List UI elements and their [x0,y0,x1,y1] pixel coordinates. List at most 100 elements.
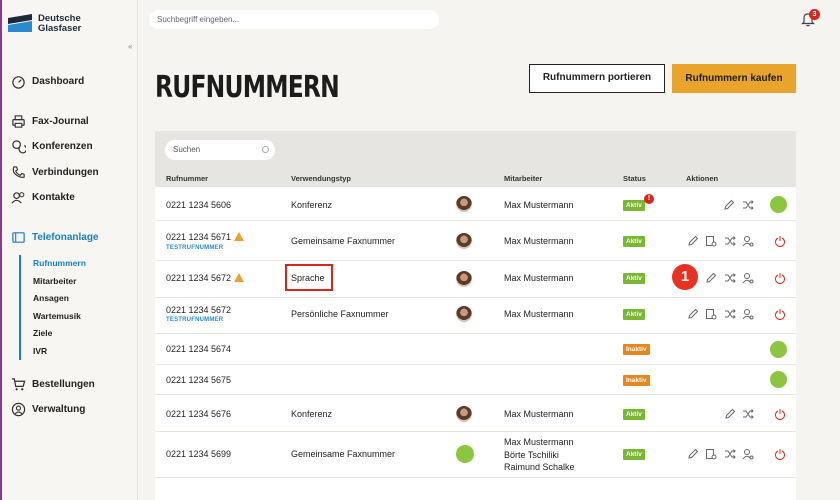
table-row[interactable]: 0221 1234 5606 Konferenz Max Mustermann … [155,187,796,221]
edit-icon[interactable] [724,408,736,420]
usage-type: Gemeinsame Faxnummer [291,449,396,459]
port-numbers-button[interactable]: Rufnummern portieren [529,64,665,93]
user-settings-icon[interactable] [742,272,754,284]
column-header-verwendungstyp[interactable]: Verwendungstyp [291,174,351,183]
sidebar-item-verbindungen[interactable]: Verbindungen [10,164,99,180]
sidebar-item-label: Dashboard [32,75,85,87]
gauge-icon [10,73,26,89]
column-header-status[interactable]: Status [623,174,646,183]
global-search-input[interactable]: Suchbegriff eingeben... [149,10,439,29]
table-search-input[interactable]: Suchen [165,140,275,160]
table-row[interactable]: 0221 1234 5675 Inaktiv [155,365,796,395]
power-off-icon[interactable] [774,408,786,420]
fax-settings-icon[interactable] [705,308,717,320]
status-badge: Aktiv [623,409,645,420]
fax-settings-icon[interactable] [705,235,717,247]
sidebar-item-bestellungen[interactable]: Bestellungen [10,376,95,392]
sidebar-item-kontakte[interactable]: Kontakte [10,189,75,205]
usage-type: Konferenz [291,409,333,419]
employee-name: Börte Tschiliki [504,449,559,460]
forward-icon[interactable] [724,308,736,320]
avatar [456,196,472,212]
sidebar-item-label: Bestellungen [32,378,95,390]
phone-number: 0221 1234 5671 [166,232,245,242]
edit-icon[interactable] [687,308,699,320]
sidebar-item-label: Verbindungen [32,166,99,178]
usage-type: Persönliche Faxnummer [291,309,389,319]
user-settings-icon[interactable] [742,448,754,460]
sidebar-item-dashboard[interactable]: Dashboard [10,73,84,89]
table-row[interactable]: 0221 1234 5671 TESTRUFNUMMER Gemeinsame … [155,221,796,261]
employee-name: Max Mustermann [504,200,574,210]
user-settings-icon[interactable] [742,308,754,320]
step-marker: 1 [672,264,698,290]
avatar [456,406,472,422]
subnav-item-mitarbeiter[interactable]: Mitarbeiter [33,273,86,291]
numbers-table: Suchen Rufnummer Verwendungstyp Mitarbei… [155,131,796,500]
table-header: Suchen Rufnummer Verwendungstyp Mitarbei… [155,131,796,187]
table-row[interactable]: 0221 1234 5672 Sprache Max Mustermann Ak… [155,261,796,298]
sidebar-item-label: Kontakte [32,191,75,203]
buy-numbers-button[interactable]: Rufnummern kaufen [672,64,796,93]
avatar [456,233,472,249]
table-row[interactable]: 0221 1234 5676 Konferenz Max Mustermann … [155,395,796,432]
group-avatar [456,445,474,463]
table-row[interactable]: 0221 1234 5699 Gemeinsame Faxnummer Max … [155,432,796,478]
status-badge: Aktiv [623,200,645,211]
subnav-item-ivr[interactable]: IVR [33,343,86,361]
avatar [456,271,472,287]
brand-logo[interactable]: Deutsche Glasfaser [8,14,81,34]
forward-icon[interactable] [724,448,736,460]
power-off-icon[interactable] [774,272,786,284]
usage-type: Gemeinsame Faxnummer [291,236,396,246]
forward-icon[interactable] [742,199,754,211]
edit-icon[interactable] [705,272,717,284]
power-on-icon[interactable] [770,341,787,358]
status-badge: Inaktiv [623,344,650,355]
brand-line2: Glasfaser [38,23,82,34]
brand-name: Deutsche Glasfaser [38,14,81,34]
status-badge: Aktiv [623,236,645,247]
phone-number-text: 0221 1234 5671 [166,232,232,242]
edit-icon[interactable] [687,235,699,247]
status-badge: Aktiv [623,309,645,320]
table-row[interactable]: 0221 1234 5674 Inaktiv [155,334,796,365]
logo-mark-icon [8,14,32,32]
user-settings-icon[interactable] [742,235,754,247]
contacts-icon [10,189,26,205]
phone-number: 0221 1234 5672 [166,305,232,315]
fax-settings-icon[interactable] [705,448,717,460]
subnav-item-rufnummern[interactable]: Rufnummern [33,255,86,273]
sidebar-item-konferenzen[interactable]: Konferenzen [10,138,93,154]
sidebar-item-telefonanlage[interactable]: Telefonanlage [10,229,99,245]
power-on-icon[interactable] [770,371,787,388]
cart-icon [10,376,26,392]
sidebar-item-label: Konferenzen [32,140,93,152]
edit-icon[interactable] [723,199,735,211]
power-on-icon[interactable] [770,196,787,213]
power-off-icon[interactable] [774,308,786,320]
page-title: RUFNUMMERN [155,70,340,105]
status-badge: Inaktiv [623,375,650,386]
sidebar-item-fax-journal[interactable]: Fax-Journal [10,113,89,129]
power-off-icon[interactable] [774,235,786,247]
subnav-item-ziele[interactable]: Ziele [33,325,86,343]
column-header-aktionen: Aktionen [686,174,719,183]
column-header-rufnummer[interactable]: Rufnummer [166,174,208,183]
forward-icon[interactable] [742,408,754,420]
test-number-label: TESTRUFNUMMER [166,245,224,251]
usage-type: Konferenz [291,200,333,210]
subnav-item-wartemusik[interactable]: Wartemusik [33,308,86,326]
subnav-item-ansagen[interactable]: Ansagen [33,290,86,308]
employee-name: Raimund Schalke [504,462,575,472]
sidebar-item-verwaltung[interactable]: Verwaltung [10,401,85,417]
collapse-sidebar-icon[interactable]: « [128,42,132,51]
forward-icon[interactable] [724,272,736,284]
column-header-mitarbeiter[interactable]: Mitarbeiter [504,174,542,183]
phone-icon [10,164,26,180]
forward-icon[interactable] [724,235,736,247]
edit-icon[interactable] [687,448,699,460]
status-alert-icon: ! [644,194,654,204]
power-off-icon[interactable] [774,448,786,460]
table-row[interactable]: 0221 1234 5672 TESTRUFNUMMER Persönliche… [155,298,796,334]
